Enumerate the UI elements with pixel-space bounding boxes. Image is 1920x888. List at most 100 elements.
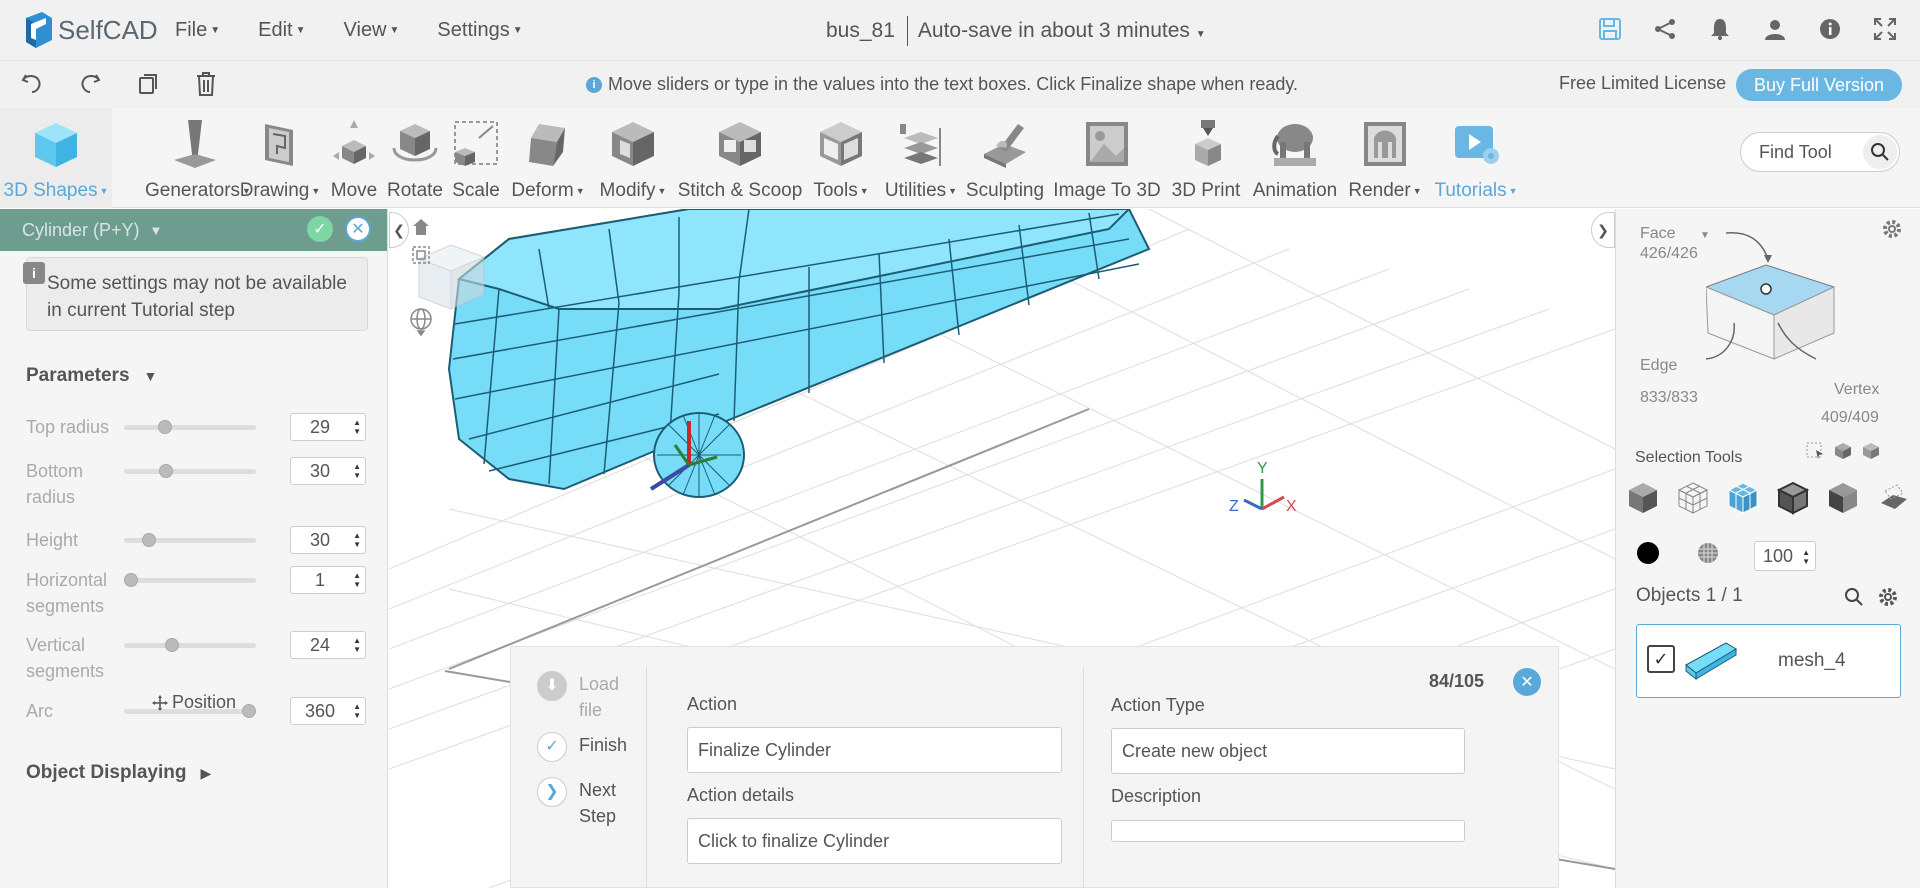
hint-info-icon: i [586,76,602,93]
parameters-section-title[interactable]: Parameters ▼ [26,365,157,387]
menu-settings[interactable]: Settings ▼ [437,19,522,42]
animation-icon [1270,118,1320,170]
face-select-icon[interactable] [1724,479,1762,517]
edge-label[interactable]: Edge [1640,357,1677,375]
object-select-icon[interactable] [1624,479,1662,517]
modify-icon [608,118,658,170]
finalize-check-button[interactable]: ✓ [307,216,333,242]
description-field[interactable] [1111,820,1465,842]
selection-tools-row [1624,479,1912,517]
bottom-radius-slider[interactable] [124,464,256,478]
height-input[interactable]: 30 ▲ ▼ [290,526,366,554]
bell-icon[interactable] [1705,14,1735,44]
copy-icon[interactable] [136,71,160,102]
face-mode-selector[interactable]: Face ▼ [1640,225,1710,243]
menu-view[interactable]: View ▼ [344,19,400,42]
share-icon[interactable] [1650,14,1680,44]
half-select-icon[interactable] [1824,479,1862,517]
autosave-status[interactable]: Auto-save in about 3 minutes ▼ [918,19,1206,43]
tool-tutorials[interactable]: Tutorials ▼ [1432,108,1520,208]
step-finish[interactable]: ✓ Finish [537,732,627,762]
menu-edit[interactable]: Edit ▼ [258,19,305,42]
search-icon[interactable] [1863,135,1897,169]
tool-deform[interactable]: Deform ▼ [506,108,590,208]
edge-select-icon[interactable] [1774,479,1812,517]
tool-3d-print[interactable]: 3D Print [1170,108,1242,208]
settings-gear-icon[interactable] [1882,219,1902,244]
step-load-file[interactable]: ⬇ Load file [537,671,629,723]
action-field[interactable]: Finalize Cylinder [687,727,1062,773]
tool-stitch-scoop[interactable]: Stitch & Scoop [678,108,802,208]
opacity-input[interactable]: 100 ▲ ▼ [1754,541,1816,571]
height-slider[interactable] [124,533,256,547]
plane-select-icon[interactable] [1874,479,1912,517]
deform-icon [523,118,573,170]
object-displaying-section-title[interactable]: Object Displaying ▶ [26,762,211,784]
vertical-segments-input[interactable]: 24 ▲ ▼ [290,631,366,659]
selection-mode-cube[interactable] [1706,229,1876,369]
wireframe-select-icon[interactable] [1674,479,1712,517]
selfcad-logo[interactable]: SelfCAD [20,10,158,50]
tool-rotate[interactable]: Rotate [385,108,445,208]
close-shape-button[interactable]: ✕ [345,216,371,242]
action-details-field[interactable]: Click to finalize Cylinder [687,818,1062,864]
user-icon[interactable] [1760,14,1790,44]
tool-3d-shapes[interactable]: 3D Shapes ▼ [0,108,112,208]
trash-icon[interactable] [194,71,218,102]
tool-modify[interactable]: Modify ▼ [596,108,670,208]
vertical-segments-slider[interactable] [124,638,256,652]
doc-name[interactable]: bus_81 [826,19,895,43]
info-icon[interactable] [1815,14,1845,44]
position-link[interactable]: Position [152,692,236,713]
axis-y-label: Y [1257,460,1268,477]
fullscreen-icon[interactable] [1870,14,1900,44]
tool-utilities[interactable]: Utilities ▼ [879,108,963,208]
tool-drawing[interactable]: Drawing ▼ [237,108,323,208]
chevron-right-icon: ❯ [537,777,567,807]
generators-icon [170,118,220,170]
tool-scale[interactable]: Scale [448,108,504,208]
menu-file[interactable]: File ▼ [175,19,220,42]
object-visibility-checkbox[interactable]: ✓ [1647,645,1675,673]
tool-animation[interactable]: Animation [1250,108,1340,208]
rect-select-icon[interactable] [1806,442,1824,465]
tool-sculpting[interactable]: Sculpting [964,108,1046,208]
objects-settings-gear-icon[interactable] [1878,587,1898,612]
step-next[interactable]: ❯ Next Step [537,777,629,829]
horizontal-segments-input[interactable]: 1 ▲ ▼ [290,566,366,594]
undo-icon[interactable] [20,71,44,102]
action-type-field[interactable]: Create new object [1111,728,1465,774]
texture-pattern-icon[interactable] [1696,541,1720,570]
redo-icon[interactable] [78,71,102,102]
viewport-orbit-icon[interactable] [409,307,433,342]
top-radius-input[interactable]: 29 ▲ ▼ [290,413,366,441]
select-cube-icon[interactable] [1834,442,1852,465]
tool-generators[interactable]: Generators ▼ [145,108,251,208]
save-icon[interactable] [1595,14,1625,44]
close-tutorial-button[interactable]: ✕ [1513,668,1541,696]
tool-tools[interactable]: Tools ▼ [809,108,873,208]
bottom-radius-input[interactable]: 30 ▲ ▼ [290,457,366,485]
buy-full-version-button[interactable]: Buy Full Version [1736,69,1902,101]
tool-image-to-3d[interactable]: Image To 3D [1053,108,1161,208]
object-list-item[interactable]: ✓ mesh_4 [1636,624,1901,698]
tool-move[interactable]: Move [326,108,382,208]
viewport-fit-icon[interactable] [411,245,431,270]
viewport-home-icon[interactable] [411,217,431,242]
horizontal-segments-slider[interactable] [124,573,256,587]
arc-input[interactable]: 360 ▲ ▼ [290,697,366,725]
bus-mesh[interactable] [447,209,1151,498]
license-label: Free Limited License [1559,73,1727,93]
panel-title-dropdown-icon[interactable]: ▼ [150,223,163,238]
tool-render[interactable]: Render ▼ [1348,108,1422,208]
objects-search-icon[interactable] [1844,587,1864,612]
step-counter: 84/105 [1429,671,1485,691]
drawing-icon [255,118,305,170]
move-icon [329,118,379,170]
logo-text: SelfCAD [58,14,158,45]
find-tool-input[interactable]: Find Tool [1740,132,1900,172]
vertex-label[interactable]: Vertex [1834,381,1879,399]
select-solid-icon[interactable] [1862,442,1880,465]
color-swatch-black[interactable] [1636,541,1660,570]
top-radius-slider[interactable] [124,420,256,434]
